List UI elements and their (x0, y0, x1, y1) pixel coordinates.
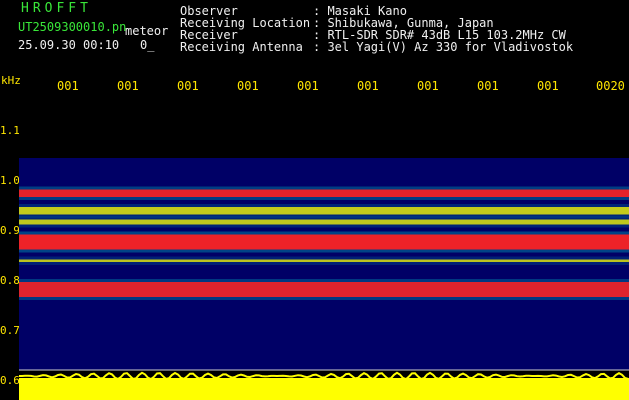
app-title: HROFFT (21, 1, 92, 16)
datetime: 25.09.30 00:10 (18, 38, 120, 52)
meteor-count: 0_ (140, 38, 155, 52)
band-core-0 (19, 189, 629, 197)
audio-level-fill (19, 378, 629, 400)
x-tick-3: 001 (177, 79, 199, 93)
antenna-value: : 3el Yagi(V) Az 330 for Vladivostok (313, 40, 574, 54)
filename-suffix: meteor (125, 24, 169, 38)
band-core-3 (19, 234, 629, 250)
y-tick-1.0: 1.0 (0, 174, 20, 187)
y-tick-0.7: 0.7 (0, 324, 20, 337)
y-tick-1.1: 1.1 (0, 124, 20, 137)
x-tick-2: 001 (117, 79, 139, 93)
x-tick-1: 001 (57, 79, 79, 93)
antenna-label: Receiving Antenna (180, 40, 303, 54)
x-tick-4: 001 (237, 79, 259, 93)
y-tick-0.6: 0.6 (0, 374, 20, 387)
y-tick-0.8: 0.8 (0, 274, 20, 287)
x-tick-9: 001 (537, 79, 559, 93)
band-core-1 (19, 207, 629, 215)
band-core-4 (19, 259, 629, 262)
band-core-5 (19, 282, 629, 297)
x-tick-7: 001 (417, 79, 439, 93)
x-tick-10: 0020 (596, 79, 625, 93)
y-tick-0.9: 0.9 (0, 224, 20, 237)
spectrogram-plot (19, 97, 629, 400)
band-core-2 (19, 219, 629, 225)
x-tick-6: 001 (357, 79, 379, 93)
frequency-unit-label: kHz (1, 74, 21, 87)
x-tick-5: 001 (297, 79, 319, 93)
filename: UT2509300010.pn (18, 20, 127, 34)
x-tick-8: 001 (477, 79, 499, 93)
